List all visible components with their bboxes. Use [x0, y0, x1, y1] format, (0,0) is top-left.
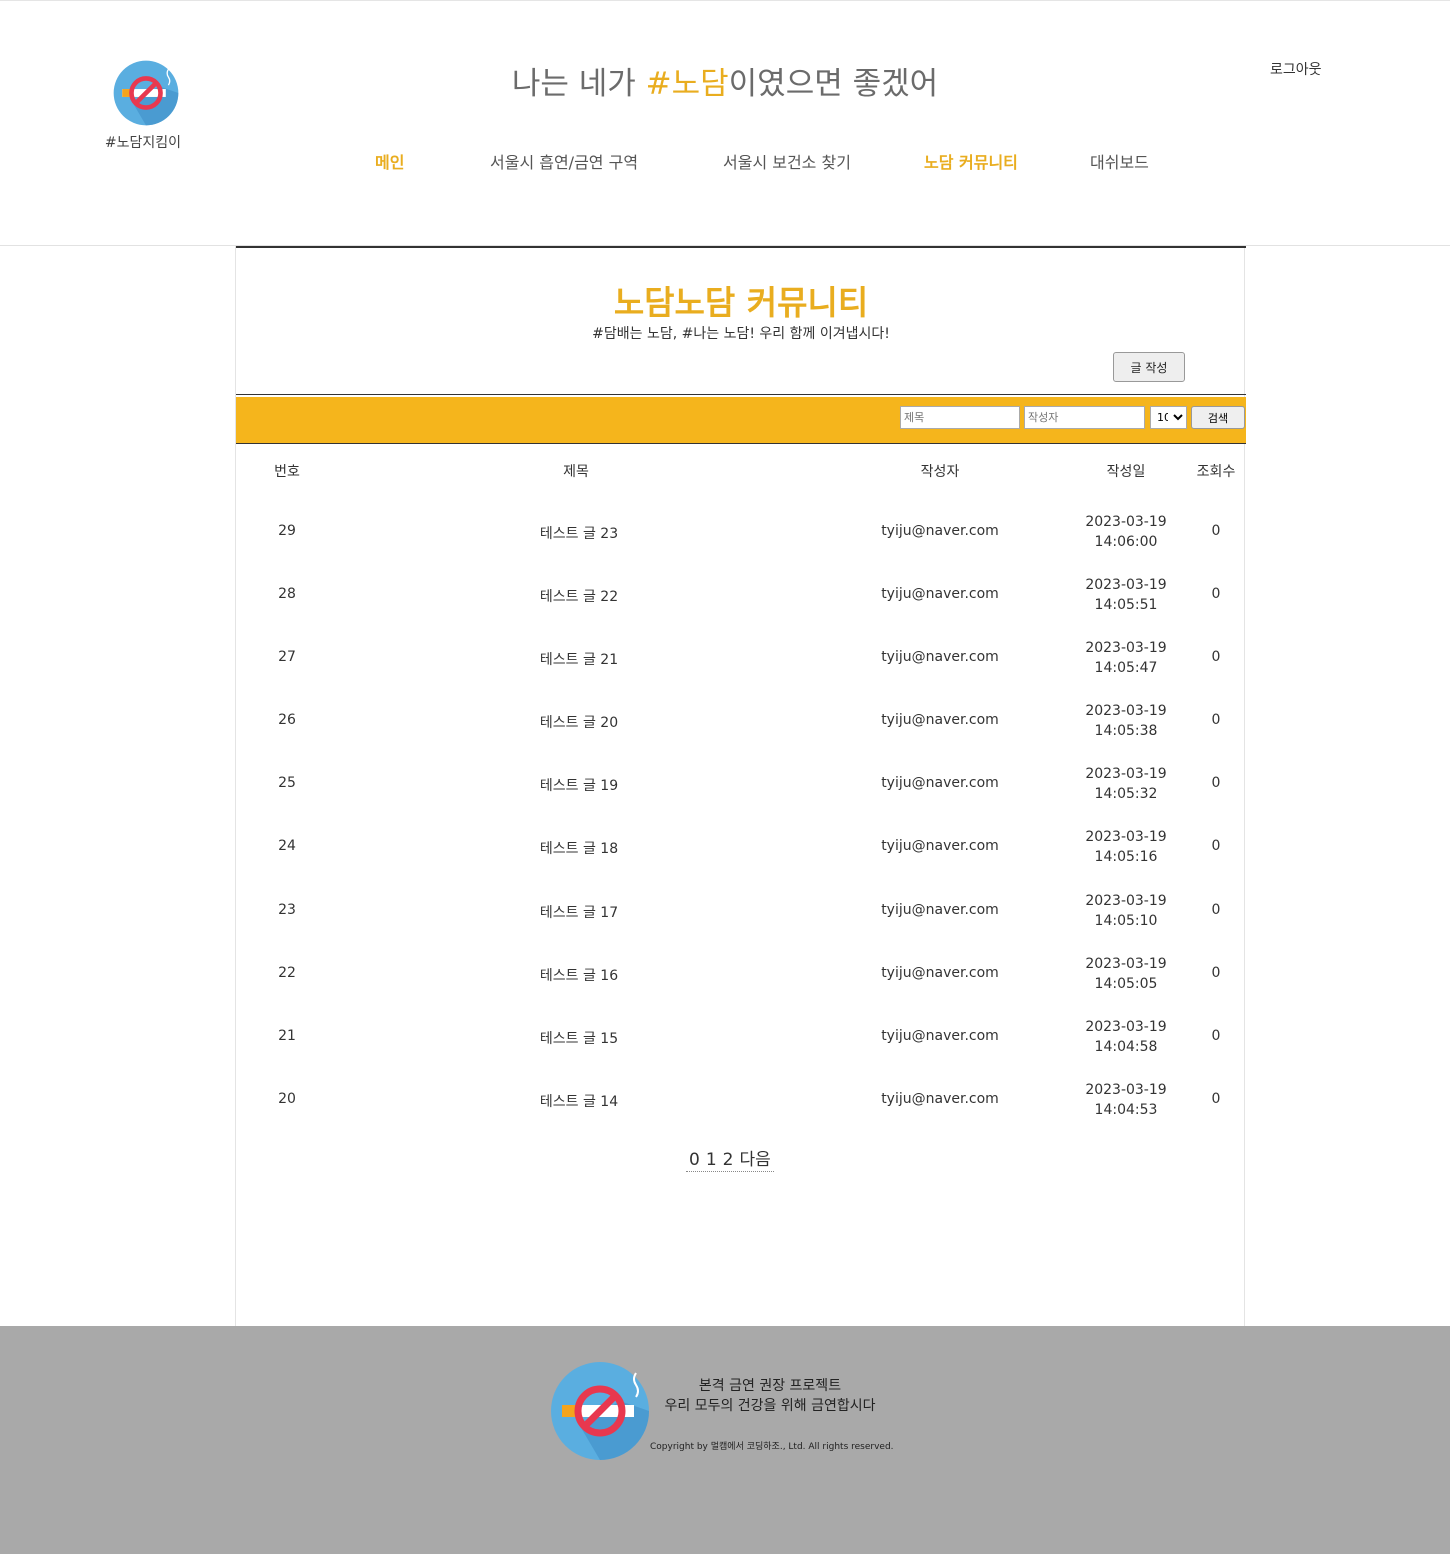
- post-author: tyiju@naver.com: [881, 1027, 999, 1044]
- post-number: 27: [278, 649, 296, 666]
- post-date: 2023-03-19 14:06:00: [1085, 514, 1167, 550]
- nav-item-main[interactable]: 메인: [375, 149, 404, 173]
- nav-item-health-centers[interactable]: 서울시 보건소 찾기: [723, 149, 851, 173]
- post-author: tyiju@naver.com: [881, 586, 999, 603]
- page-link-2[interactable]: 2: [723, 1150, 734, 1170]
- post-title-link[interactable]: 테스트 글 19: [540, 775, 618, 795]
- pagination: 0 1 2 다음: [686, 1145, 774, 1172]
- board-container: 노담노담 커뮤니티 #담배는 노담, #나는 노담! 우리 함께 이겨냅시다! …: [235, 246, 1246, 1326]
- search-bar: 10 검색: [236, 397, 1246, 443]
- post-views: 0: [1211, 901, 1221, 918]
- post-title-link[interactable]: 테스트 글 16: [540, 965, 618, 985]
- post-number: 24: [278, 838, 296, 855]
- table-row: 25 테스트 글 19 tyiju@naver.com 2023-03-19 14…: [236, 760, 1246, 823]
- next-page-link[interactable]: 다음: [739, 1150, 770, 1170]
- post-date: 2023-03-19 14:05:16: [1085, 829, 1167, 866]
- post-number: 29: [278, 523, 296, 539]
- post-number: 20: [278, 1090, 296, 1107]
- post-date: 2023-03-19 14:05:32: [1085, 766, 1167, 803]
- board-subtitle: #담배는 노담, #나는 노담! 우리 함께 이겨냅시다!: [592, 326, 890, 342]
- post-date: 2023-03-19 14:04:53: [1085, 1081, 1167, 1118]
- post-title-link[interactable]: 테스트 글 21: [540, 649, 618, 669]
- table-row: 24 테스트 글 18 tyiju@naver.com 2023-03-19 14…: [236, 823, 1246, 886]
- post-title-link[interactable]: 테스트 글 22: [540, 586, 618, 606]
- post-title-link[interactable]: 테스트 글 15: [540, 1028, 618, 1048]
- post-views: 0: [1211, 1027, 1221, 1044]
- column-header-num: 번호: [274, 464, 300, 480]
- page-link-0[interactable]: 0: [689, 1150, 700, 1170]
- divider: [236, 246, 1246, 248]
- nav-item-dashboard[interactable]: 대쉬보드: [1090, 149, 1149, 173]
- write-post-button[interactable]: 글 작성: [1113, 352, 1185, 382]
- table-row: 22 테스트 글 16 tyiju@naver.com 2023-03-19 14…: [236, 950, 1246, 1013]
- post-date: 2023-03-19 14:05:51: [1085, 577, 1167, 614]
- post-date: 2023-03-19 14:05:47: [1085, 640, 1167, 677]
- footer-copyright: Copyright by 멀캠에서 코딩하조., Ltd. All rights…: [650, 1442, 894, 1452]
- table-header: 번호 제목 작성자 작성일 조회수: [236, 461, 1246, 481]
- divider: [236, 443, 1246, 444]
- divider: [236, 394, 1246, 395]
- post-number: 28: [278, 586, 296, 603]
- footer-text: 본격 금연 권장 프로젝트 우리 모두의 건강을 위해 금연합시다: [650, 1376, 890, 1416]
- column-header-views: 조회수: [1196, 464, 1236, 480]
- post-date: 2023-03-19 14:05:05: [1085, 955, 1167, 992]
- post-title-link[interactable]: 테스트 글 14: [540, 1091, 618, 1111]
- post-author: tyiju@naver.com: [881, 775, 999, 792]
- post-views: 0: [1211, 586, 1221, 603]
- post-list: 29 테스트 글 23 tyiju@naver.com 2023-03-19 14…: [236, 508, 1246, 1139]
- post-views: 0: [1211, 1090, 1221, 1107]
- post-views: 0: [1211, 712, 1221, 729]
- table-row: 28 테스트 글 22 tyiju@naver.com 2023-03-19 14…: [236, 571, 1246, 634]
- main-nav: 메인 서울시 흡연/금연 구역 서울시 보건소 찾기 노담 커뮤니티 대쉬보드: [0, 149, 1450, 173]
- post-author: tyiju@naver.com: [881, 964, 999, 981]
- post-author: tyiju@naver.com: [881, 649, 999, 666]
- search-button[interactable]: 검색: [1191, 406, 1245, 429]
- post-title-link[interactable]: 테스트 글 17: [540, 902, 618, 922]
- table-row: 27 테스트 글 21 tyiju@naver.com 2023-03-19 14…: [236, 634, 1246, 697]
- post-number: 22: [278, 964, 296, 981]
- page-size-select[interactable]: 10: [1150, 406, 1187, 429]
- post-views: 0: [1211, 649, 1221, 666]
- column-header-title: 제목: [563, 464, 589, 480]
- nav-item-smoking-zones[interactable]: 서울시 흡연/금연 구역: [490, 149, 638, 173]
- post-title-link[interactable]: 테스트 글 18: [540, 838, 618, 858]
- table-row: 21 테스트 글 15 tyiju@naver.com 2023-03-19 14…: [236, 1013, 1246, 1076]
- post-title-link[interactable]: 테스트 글 23: [540, 523, 618, 543]
- post-views: 0: [1211, 838, 1221, 855]
- post-views: 0: [1211, 523, 1221, 539]
- post-author: tyiju@naver.com: [881, 901, 999, 918]
- column-header-date: 작성일: [1106, 464, 1146, 480]
- post-number: 26: [278, 712, 296, 729]
- title-search-input[interactable]: [900, 406, 1020, 429]
- table-row: 26 테스트 글 20 tyiju@naver.com 2023-03-19 14…: [236, 697, 1246, 760]
- post-author: tyiju@naver.com: [881, 838, 999, 855]
- post-views: 0: [1211, 964, 1221, 981]
- footer-line-1: 본격 금연 권장 프로젝트: [698, 1378, 842, 1394]
- post-date: 2023-03-19 14:05:38: [1085, 703, 1167, 740]
- post-date: 2023-03-19 14:04:58: [1085, 1018, 1167, 1055]
- board-title: 노담노담 커뮤니티: [613, 283, 869, 322]
- page-link-1[interactable]: 1: [706, 1150, 717, 1170]
- site-footer: 본격 금연 권장 프로젝트 우리 모두의 건강을 위해 금연합시다 Copyri…: [0, 1326, 1450, 1554]
- post-author: tyiju@naver.com: [881, 523, 999, 539]
- post-views: 0: [1211, 775, 1221, 792]
- column-header-author: 작성자: [920, 464, 960, 480]
- slogan: 나는 네가 #노담이였으면 좋겠어: [511, 66, 939, 102]
- nav-item-community[interactable]: 노담 커뮤니티: [924, 149, 1018, 173]
- author-search-input[interactable]: [1024, 406, 1145, 429]
- table-row: 23 테스트 글 17 tyiju@naver.com 2023-03-19 14…: [236, 887, 1246, 950]
- post-date: 2023-03-19 14:05:10: [1085, 892, 1167, 929]
- table-row: 29 테스트 글 23 tyiju@naver.com 2023-03-19 14…: [236, 508, 1246, 571]
- post-title-link[interactable]: 테스트 글 20: [540, 712, 618, 732]
- post-number: 21: [278, 1027, 296, 1044]
- post-author: tyiju@naver.com: [881, 712, 999, 729]
- post-author: tyiju@naver.com: [881, 1090, 999, 1107]
- table-row: 20 테스트 글 14 tyiju@naver.com 2023-03-19 14…: [236, 1076, 1246, 1139]
- post-number: 25: [278, 775, 296, 792]
- post-number: 23: [278, 901, 296, 918]
- no-smoking-icon: [551, 1362, 649, 1460]
- logout-link[interactable]: 로그아웃: [1270, 59, 1322, 79]
- footer-line-2: 우리 모두의 건강을 위해 금연합시다: [664, 1398, 876, 1414]
- site-header: #노담지킴이 나는 네가 #노담이였으면 좋겠어 로그아웃 메인 서울시 흡연/…: [0, 0, 1450, 246]
